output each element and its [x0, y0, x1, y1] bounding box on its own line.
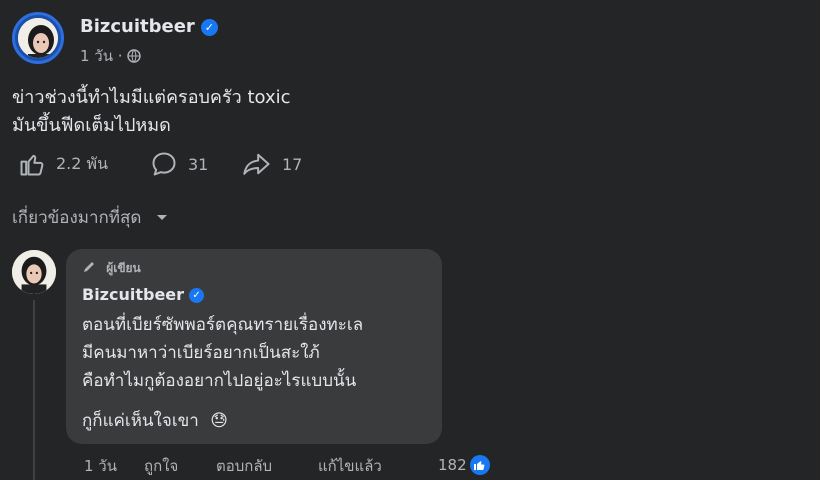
globe-icon — [127, 49, 142, 63]
comment-text-line: กูก็แค่เห็นใจเขา — [82, 411, 199, 431]
author-avatar[interactable] — [12, 12, 64, 64]
reaction-count: 182 — [438, 456, 467, 474]
comment-text-line: คือทำไมกูต้องอยากไปอยู่อะไรแบบนั้น — [82, 371, 357, 391]
post-meta: 1 วัน · — [80, 44, 142, 68]
thumbs-up-icon — [20, 154, 44, 176]
comment-sort-dropdown[interactable]: เกี่ยวข้องมากที่สุด — [12, 204, 169, 231]
author-badge-label: ผู้เขียน — [106, 261, 141, 275]
sweat-face-emoji: 😓 — [210, 411, 228, 431]
post-text-line: มันขึ้นฟีดเต็มไปหมด — [12, 115, 171, 136]
comment-author-row: Bizcuitbeer ✓ — [82, 285, 205, 304]
pen-icon — [84, 262, 94, 272]
comment-author-name[interactable]: Bizcuitbeer — [82, 285, 184, 304]
comment-text-line: ตอนที่เบียร์ซัพพอร์ตคุณทรายเรื่องทะเล — [82, 315, 364, 335]
like-reaction-icon — [469, 455, 490, 475]
comment-reactions[interactable]: 182 — [438, 454, 491, 476]
comment-edited-label[interactable]: แก้ไขแล้ว — [318, 454, 382, 478]
verified-badge-icon: ✓ — [200, 18, 218, 36]
comment-bubble-icon — [152, 152, 176, 176]
comment-count: 31 — [188, 154, 209, 174]
like-button[interactable]: 2.2 พัน — [18, 150, 108, 178]
chevron-down-icon — [156, 215, 167, 220]
share-arrow-icon — [243, 153, 270, 175]
avatar-portrait-icon — [18, 18, 58, 58]
share-count: 17 — [282, 154, 303, 174]
comment-button[interactable]: 31 — [150, 150, 208, 178]
author-badge: ผู้เขียน — [82, 259, 141, 278]
post-author-name[interactable]: Bizcuitbeer — [80, 16, 195, 37]
comment-text-line: มีคนมาหาว่าเบียร์อยากเป็นสะใภ้ — [82, 343, 320, 363]
comment-text: ตอนที่เบียร์ซัพพอร์ตคุณทรายเรื่องทะเล มี… — [82, 311, 363, 435]
like-count: 2.2 พัน — [56, 153, 109, 173]
comment-like-button[interactable]: ถูกใจ — [144, 454, 178, 478]
verified-badge-icon: ✓ — [189, 288, 205, 303]
post-text-line: ข่าวช่วงนี้ทำไมมีแต่ครอบครัว toxic — [12, 87, 291, 108]
share-button[interactable]: 17 — [242, 150, 302, 178]
comment-reply-button[interactable]: ตอบกลับ — [216, 454, 272, 478]
post-time[interactable]: 1 วัน — [80, 47, 113, 65]
comment-bubble: ผู้เขียน Bizcuitbeer ✓ ตอนที่เบียร์ซัพพอร… — [66, 249, 442, 444]
comment-text-last-line: กูก็แค่เห็นใจเขา 😓 — [82, 407, 363, 435]
thread-line — [33, 300, 35, 480]
post-text: ข่าวช่วงนี้ทำไมมีแต่ครอบครัว toxic มันขึ… — [12, 84, 291, 140]
comment-time[interactable]: 1 วัน — [84, 454, 117, 478]
sort-label: เกี่ยวข้องมากที่สุด — [12, 208, 142, 228]
avatar-portrait-icon — [12, 250, 56, 294]
post-author-row: Bizcuitbeer ✓ — [80, 16, 218, 37]
commenter-avatar[interactable] — [12, 250, 56, 294]
